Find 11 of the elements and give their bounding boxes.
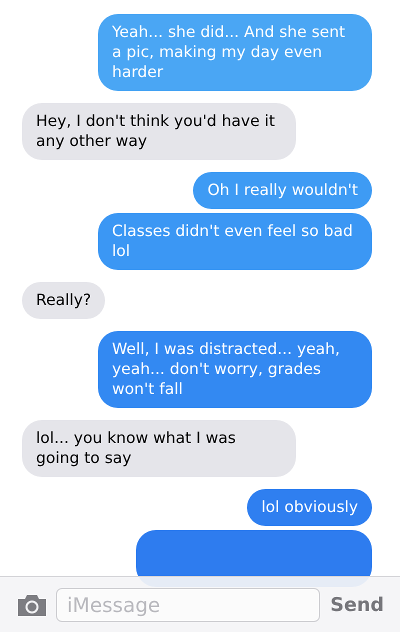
camera-icon[interactable] [16,592,48,616]
message-bubble: Hey, I don't think you'd have it any other way [22,103,296,160]
send-button[interactable]: Send [328,594,386,616]
message-bubble: Oh I really wouldn't [193,172,372,209]
message-bubble: Well, I was distracted... yeah, yeah... don't worry, grades won't fall [98,331,372,408]
message-bubble: Really? [22,282,106,319]
message-bubble: Classes didn't even feel so bad lol [98,213,372,270]
message-bubble: lol... you know what I was going to say [22,420,296,477]
message-input[interactable]: iMessage [56,588,320,622]
message-bubble: Yeah... she did... And she sent a pic, making my day even harder [98,14,372,91]
message-bubble: lol obviously [247,489,372,526]
